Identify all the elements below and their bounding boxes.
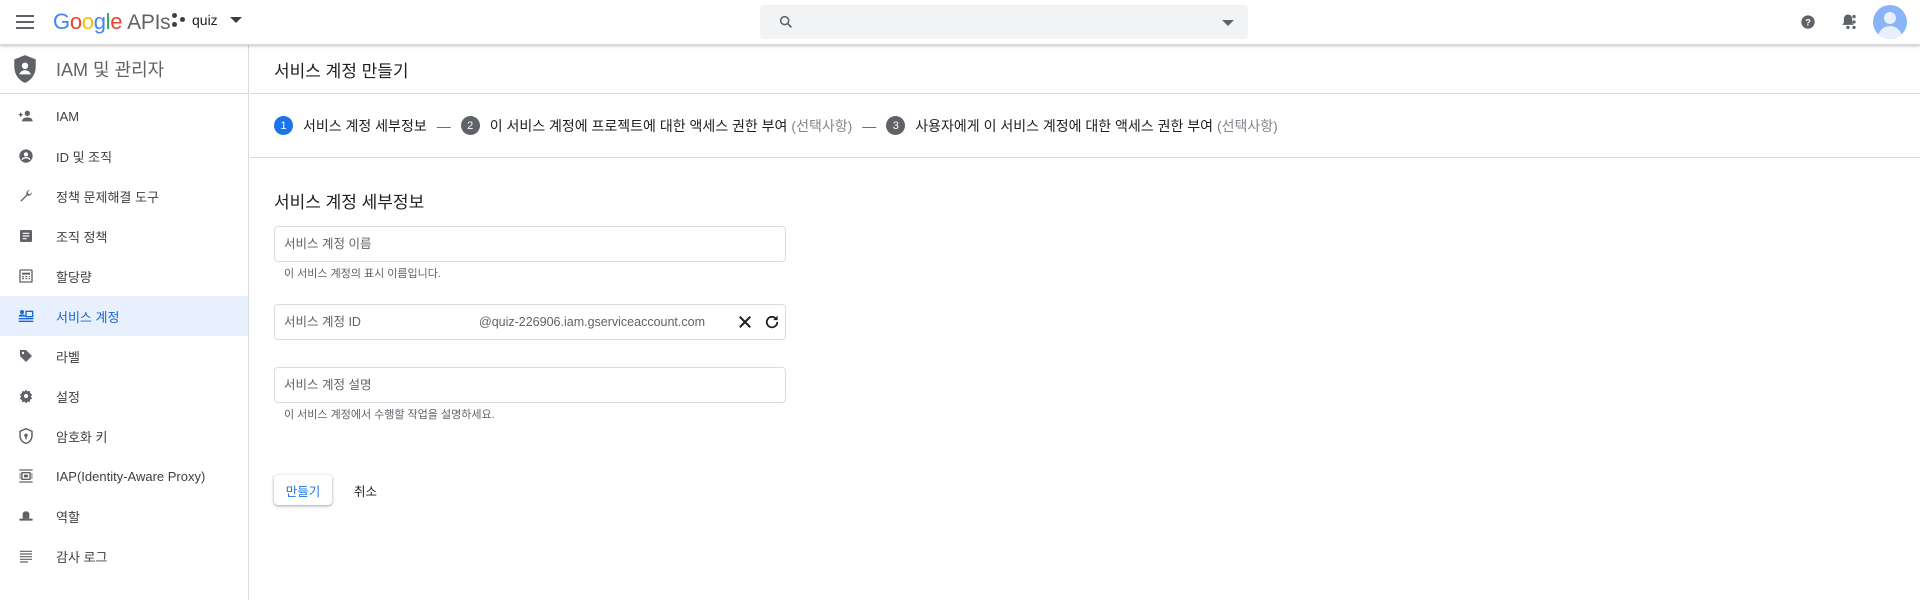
label-tag-icon — [18, 348, 34, 364]
logo-letter: o — [69, 9, 82, 34]
service-account-name-hint: 이 서비스 계정의 표시 이름입니다. — [284, 268, 441, 280]
iam-shield-icon — [14, 55, 36, 83]
step-separator: — — [436, 117, 451, 134]
service-account-id-field[interactable]: @quiz-226906.iam.gserviceaccount.com — [274, 304, 786, 340]
chevron-down-icon — [229, 17, 242, 23]
svg-text:?: ? — [1805, 17, 1811, 27]
main-content: 서비스 계정 만들기 1 서비스 계정 세부정보 — 2 이 서비스 계정에 프… — [250, 45, 1920, 600]
sidebar-item-roles[interactable]: 역할 — [0, 496, 248, 536]
search-dropdown-icon[interactable] — [1222, 20, 1234, 26]
more-vert-icon[interactable] — [1844, 12, 1864, 32]
search-icon — [779, 15, 792, 28]
logo-letter: o — [81, 9, 94, 34]
service-account-id-suffix: @quiz-226906.iam.gserviceaccount.com — [479, 315, 705, 329]
step-3-optional: (선택사항) — [1217, 117, 1278, 134]
cancel-button[interactable]: 취소 — [346, 475, 385, 505]
menu-icon[interactable] — [14, 11, 36, 33]
sidebar-item-settings[interactable]: 설정 — [0, 376, 248, 416]
project-dots-icon — [172, 13, 186, 27]
service-account-name-field[interactable] — [274, 226, 786, 262]
close-icon[interactable] — [736, 313, 754, 331]
sidebar-item-service-accounts[interactable]: 서비스 계정 — [0, 296, 248, 336]
logo-suffix: APIs — [127, 11, 171, 34]
service-account-id-input[interactable] — [284, 305, 474, 339]
step-1-label[interactable]: 서비스 계정 세부정보 — [303, 116, 427, 136]
sidebar-item-audit-logs[interactable]: 감사 로그 — [0, 536, 248, 576]
sidebar-item-label: 설정 — [56, 389, 80, 405]
step-2-label[interactable]: 이 서비스 계정에 프로젝트에 대한 액세스 권한 부여 — [490, 116, 788, 136]
sidebar-item-crypto-keys[interactable]: 암호화 키 — [0, 416, 248, 456]
calendar-grid-icon — [18, 268, 34, 284]
sidebar-item-label: 서비스 계정 — [56, 309, 120, 325]
step-1-badge: 1 — [274, 116, 293, 135]
gear-icon — [18, 388, 34, 404]
sidebar-item-iam[interactable]: IAM — [0, 96, 248, 136]
search-bar[interactable] — [760, 5, 1248, 39]
sidebar-item-quotas[interactable]: 할당량 — [0, 256, 248, 296]
list-lines-icon — [18, 548, 34, 564]
sidebar-item-label: IAM — [56, 108, 80, 124]
project-name: quiz — [192, 12, 218, 28]
sidebar-item-label: 조직 정책 — [56, 229, 108, 245]
article-icon — [18, 228, 34, 244]
service-account-icon — [18, 308, 34, 324]
service-account-description-field[interactable] — [274, 367, 786, 403]
sidebar-item-label: 감사 로그 — [56, 549, 108, 565]
step-3-label[interactable]: 사용자에게 이 서비스 계정에 대한 액세스 권한 부여 — [915, 116, 1213, 136]
search-input[interactable] — [804, 5, 1184, 39]
sidebar-item-label: 할당량 — [56, 269, 92, 285]
service-account-name-input[interactable] — [284, 227, 744, 261]
sidebar: IAM 및 관리자 IAM ID 및 조직 정책 문제해결 도구 조직 정책 할… — [0, 45, 249, 600]
top-app-bar: Google APIs quiz ? — [0, 0, 1920, 45]
stepper: 1 서비스 계정 세부정보 — 2 이 서비스 계정에 프로젝트에 대한 액세스… — [250, 94, 1920, 158]
wrench-icon — [18, 188, 34, 204]
person-add-icon — [18, 108, 34, 124]
create-button[interactable]: 만들기 — [274, 475, 332, 505]
logo-letter: G — [53, 9, 70, 34]
step-2-badge: 2 — [460, 116, 480, 135]
proxy-icon — [18, 468, 34, 484]
sidebar-item-label: 암호화 키 — [56, 429, 108, 445]
refresh-icon[interactable] — [763, 313, 781, 331]
section-title: 서비스 계정 세부정보 — [274, 193, 425, 212]
page-title: 서비스 계정 만들기 — [274, 61, 409, 81]
step-3-badge: 3 — [886, 116, 906, 135]
sidebar-item-org-policies[interactable]: 조직 정책 — [0, 216, 248, 256]
sidebar-item-iap[interactable]: IAP(Identity-Aware Proxy) — [0, 456, 248, 496]
service-account-description-input[interactable] — [284, 368, 744, 402]
sidebar-item-label: IAP(Identity-Aware Proxy) — [56, 468, 206, 484]
service-account-description-hint: 이 서비스 계정에서 수행할 작업을 설명하세요. — [284, 409, 495, 421]
account-avatar[interactable] — [1873, 5, 1907, 39]
account-circle-icon — [18, 148, 34, 164]
sidebar-item-policy-troubleshooter[interactable]: 정책 문제해결 도구 — [0, 176, 248, 216]
step-2-optional: (선택사항) — [791, 117, 853, 134]
sidebar-nav: IAM ID 및 조직 정책 문제해결 도구 조직 정책 할당량 서비스 계정 … — [0, 94, 248, 576]
logo-letter: g — [93, 9, 106, 34]
sidebar-item-identity[interactable]: ID 및 조직 — [0, 136, 248, 176]
step-separator: — — [862, 117, 877, 134]
security-shield-icon — [18, 428, 34, 444]
google-apis-logo[interactable]: Google APIs — [53, 9, 171, 35]
page-header: 서비스 계정 만들기 — [250, 45, 1920, 94]
sidebar-item-labels[interactable]: 라벨 — [0, 336, 248, 376]
sidebar-item-label: 정책 문제해결 도구 — [56, 189, 159, 205]
sidebar-item-label: 라벨 — [56, 349, 80, 365]
help-icon[interactable]: ? — [1798, 12, 1818, 32]
project-selector[interactable]: quiz — [172, 12, 242, 28]
logo-letter: e — [110, 9, 123, 34]
sidebar-header: IAM 및 관리자 — [0, 45, 248, 94]
role-hat-icon — [18, 508, 34, 524]
sidebar-item-label: 역할 — [56, 509, 80, 525]
sidebar-title: IAM 및 관리자 — [56, 60, 165, 80]
sidebar-item-label: ID 및 조직 — [56, 149, 113, 165]
